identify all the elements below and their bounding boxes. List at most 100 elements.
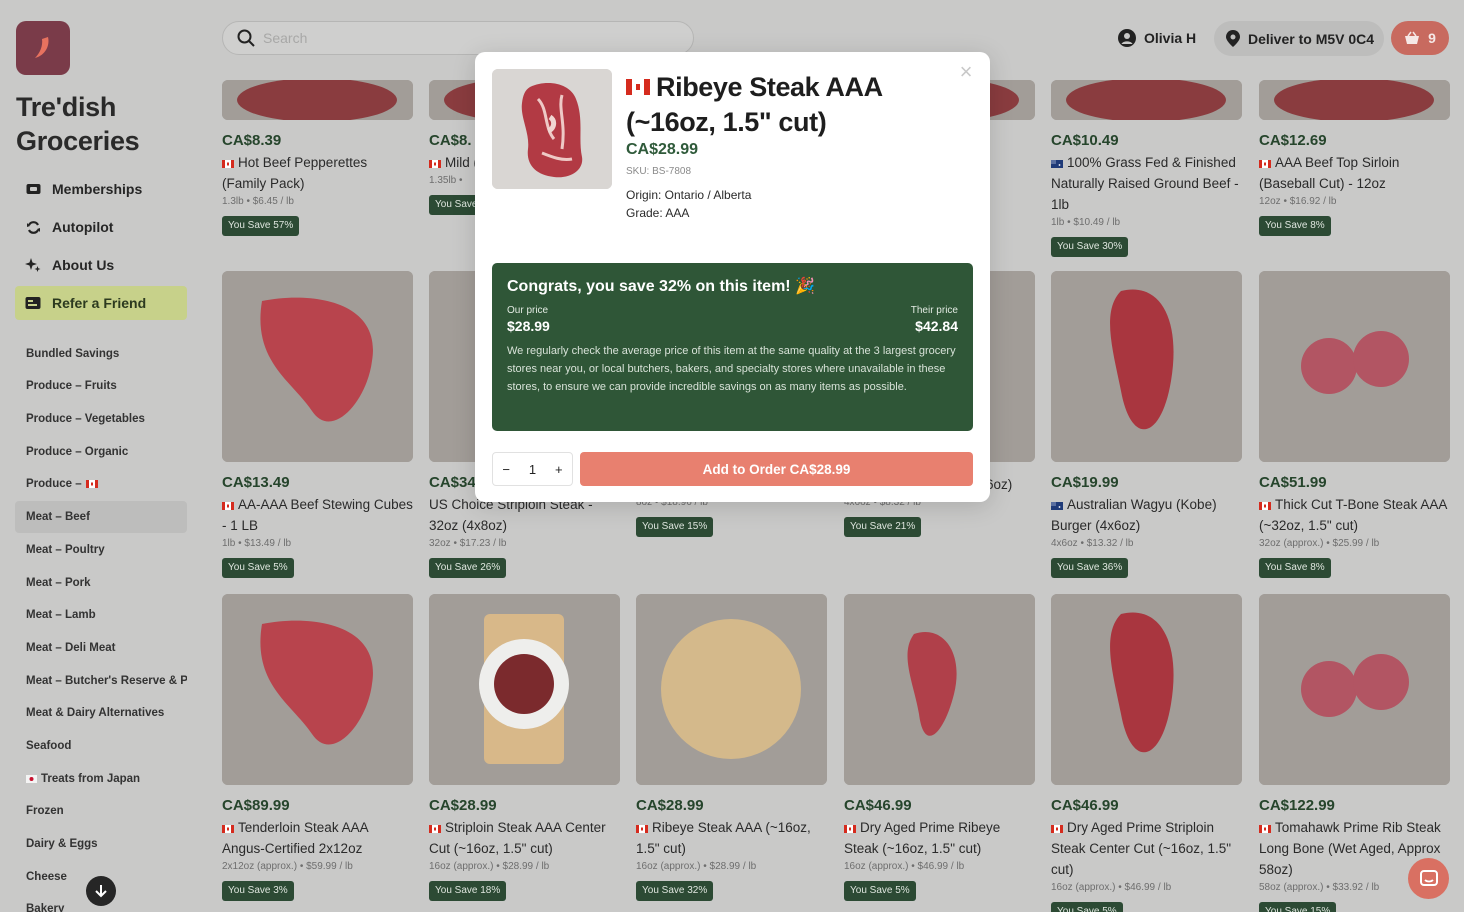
product-card[interactable]: CA$89.99 Tenderloin Steak AAA Angus-Certi… xyxy=(222,594,413,901)
product-card[interactable]: CA$28.99 Ribeye Steak AAA (~16oz, 1.5" cu… xyxy=(636,594,827,901)
category-meat-dairy-alternatives[interactable]: Meat & Dairy Alternatives xyxy=(15,697,187,729)
canada-flag-icon xyxy=(1259,497,1271,512)
product-image[interactable] xyxy=(1051,271,1242,462)
their-price-value: $42.84 xyxy=(915,318,958,334)
product-name[interactable]: Australian Wagyu (Kobe) Burger (4x6oz) xyxy=(1051,494,1242,536)
category-label: Meat – Butcher's Reserve & P xyxy=(26,675,187,687)
product-name[interactable]: Thick Cut T-Bone Steak AAA (~32oz, 1.5" … xyxy=(1259,494,1450,536)
product-image[interactable] xyxy=(222,271,413,462)
product-image[interactable] xyxy=(636,594,827,785)
category-produce-canada[interactable]: Produce – xyxy=(15,468,187,500)
scroll-down-button[interactable] xyxy=(86,876,116,906)
savings-badge: You Save 18% xyxy=(429,881,507,901)
product-meta: 32oz (approx.) • $25.99 / lb xyxy=(1259,538,1380,549)
savings-badge: You Save 5% xyxy=(844,881,916,901)
nav-autopilot[interactable]: Autopilot xyxy=(15,210,187,244)
savings-badge: You Save 21% xyxy=(844,517,922,537)
product-card[interactable]: CA$19.99 Australian Wagyu (Kobe) Burger (… xyxy=(1051,271,1242,578)
category-produce-fruits[interactable]: Produce – Fruits xyxy=(15,370,187,402)
product-name[interactable]: Hot Beef Pepperettes (Family Pack) xyxy=(222,152,413,194)
modal-origin: Origin: Ontario / Alberta xyxy=(626,188,752,202)
nav-about-us[interactable]: About Us xyxy=(15,248,187,282)
product-card[interactable]: CA$10.49 100% Grass Fed & Finished Natura… xyxy=(1051,80,1242,257)
product-card[interactable]: CA$51.99 Thick Cut T-Bone Steak AAA (~32o… xyxy=(1259,271,1450,578)
product-meta: 16oz (approx.) • $46.99 / lb xyxy=(1051,882,1172,893)
canada-flag-icon xyxy=(222,820,234,835)
modal-product-title: Ribeye Steak AAA (~16oz, 1.5" cut) xyxy=(626,70,916,140)
category-treats-from-japan[interactable]: Treats from Japan xyxy=(15,763,187,795)
product-name[interactable]: AA-AAA Beef Stewing Cubes - 1 LB xyxy=(222,494,413,536)
chat-support-button[interactable] xyxy=(1408,858,1449,899)
category-meat-beef[interactable]: Meat – Beef xyxy=(15,501,187,533)
nav-refer-a-friend[interactable]: Refer a Friend xyxy=(15,286,187,320)
category-meat-deli[interactable]: Meat – Deli Meat xyxy=(15,632,187,664)
product-card[interactable]: CA$46.99 Dry Aged Prime Striploin Steak C… xyxy=(1051,594,1242,912)
product-name-text: AAA Beef Top Sirloin (Baseball Cut) - 12… xyxy=(1259,155,1400,191)
our-price-value: $28.99 xyxy=(507,318,550,334)
product-image[interactable] xyxy=(1259,271,1450,462)
category-produce-organic[interactable]: Produce – Organic xyxy=(15,436,187,468)
canada-flag-icon xyxy=(626,72,656,102)
product-card[interactable]: CA$12.69 AAA Beef Top Sirloin (Baseball C… xyxy=(1259,80,1450,236)
category-meat-poultry[interactable]: Meat – Poultry xyxy=(15,534,187,566)
category-label: Frozen xyxy=(26,805,64,817)
brand-logo[interactable] xyxy=(16,21,70,75)
product-name[interactable]: Tenderloin Steak AAA Angus-Certified 2x1… xyxy=(222,817,413,859)
product-image[interactable] xyxy=(1051,80,1242,120)
cart-button[interactable]: 9 xyxy=(1391,21,1449,55)
product-name[interactable]: Ribeye Steak AAA (~16oz, 1.5" cut) xyxy=(636,817,827,859)
delivery-address-button[interactable]: Deliver to M5V 0C4 xyxy=(1214,21,1384,56)
user-account[interactable]: Olivia H xyxy=(1118,26,1196,50)
category-meat-pork[interactable]: Meat – Pork xyxy=(15,567,187,599)
category-label: Meat & Dairy Alternatives xyxy=(26,707,165,719)
category-produce-vegetables[interactable]: Produce – Vegetables xyxy=(15,403,187,435)
category-label: Produce – Organic xyxy=(26,446,129,458)
membership-icon xyxy=(25,181,41,197)
quantity-plus-button[interactable]: + xyxy=(555,462,563,477)
product-image[interactable] xyxy=(222,80,413,120)
refresh-icon xyxy=(25,219,41,235)
product-price: CA$51.99 xyxy=(1259,474,1327,491)
product-image[interactable] xyxy=(844,594,1035,785)
product-image[interactable] xyxy=(1051,594,1242,785)
category-frozen[interactable]: Frozen xyxy=(15,795,187,827)
product-name[interactable]: 100% Grass Fed & Finished Naturally Rais… xyxy=(1051,152,1242,215)
product-name-text: Hot Beef Pepperettes (Family Pack) xyxy=(222,155,368,191)
search-input[interactable] xyxy=(263,30,663,46)
product-card[interactable]: CA$28.99 Striploin Steak AAA Center Cut (… xyxy=(429,594,620,901)
product-name-text: Ribeye Steak AAA (~16oz, 1.5" cut) xyxy=(636,820,811,856)
product-card[interactable]: CA$8.39 Hot Beef Pepperettes (Family Pack… xyxy=(222,80,413,236)
location-pin-icon xyxy=(1226,30,1240,47)
product-name[interactable]: Dry Aged Prime Ribeye Steak (~16oz, 1.5"… xyxy=(844,817,1035,859)
category-meat-butchers-reserve[interactable]: Meat – Butcher's Reserve & P xyxy=(15,665,187,697)
product-name[interactable]: Dry Aged Prime Striploin Steak Center Cu… xyxy=(1051,817,1242,880)
modal-grade: Grade: AAA xyxy=(626,206,690,220)
product-name-text: Dry Aged Prime Striploin Steak Center Cu… xyxy=(1051,820,1232,877)
product-image[interactable] xyxy=(1259,80,1450,120)
category-seafood[interactable]: Seafood xyxy=(15,730,187,762)
product-card[interactable]: CA$13.49 AA-AAA Beef Stewing Cubes - 1 LB… xyxy=(222,271,413,578)
modal-sku: SKU: BS-7808 xyxy=(626,166,692,177)
product-image[interactable] xyxy=(429,594,620,785)
category-meat-lamb[interactable]: Meat – Lamb xyxy=(15,599,187,631)
product-name[interactable]: AAA Beef Top Sirloin (Baseball Cut) - 12… xyxy=(1259,152,1450,194)
basket-icon xyxy=(1405,31,1420,44)
category-bundled-savings[interactable]: Bundled Savings xyxy=(15,338,187,370)
quantity-stepper[interactable]: − 1 + xyxy=(492,452,573,486)
savings-badge: You Save 8% xyxy=(1259,216,1331,236)
savings-badge: You Save 57% xyxy=(222,216,300,236)
savings-badge: You Save 15% xyxy=(636,517,714,537)
product-image[interactable] xyxy=(222,594,413,785)
search-bar[interactable] xyxy=(222,21,694,55)
close-icon[interactable]: × xyxy=(958,61,974,83)
product-name[interactable]: Striploin Steak AAA Center Cut (~16oz, 1… xyxy=(429,817,620,859)
product-meta: 1.3lb • $6.45 / lb xyxy=(222,196,294,207)
product-price: CA$19.99 xyxy=(1051,474,1119,491)
category-dairy-eggs[interactable]: Dairy & Eggs xyxy=(15,828,187,860)
product-image[interactable] xyxy=(1259,594,1450,785)
nav-memberships[interactable]: Memberships xyxy=(15,172,187,206)
product-card[interactable]: CA$46.99 Dry Aged Prime Ribeye Steak (~16… xyxy=(844,594,1035,901)
add-to-order-button[interactable]: Add to Order CA$28.99 xyxy=(580,452,973,486)
category-label: Produce – Vegetables xyxy=(26,413,145,425)
quantity-minus-button[interactable]: − xyxy=(502,462,510,477)
